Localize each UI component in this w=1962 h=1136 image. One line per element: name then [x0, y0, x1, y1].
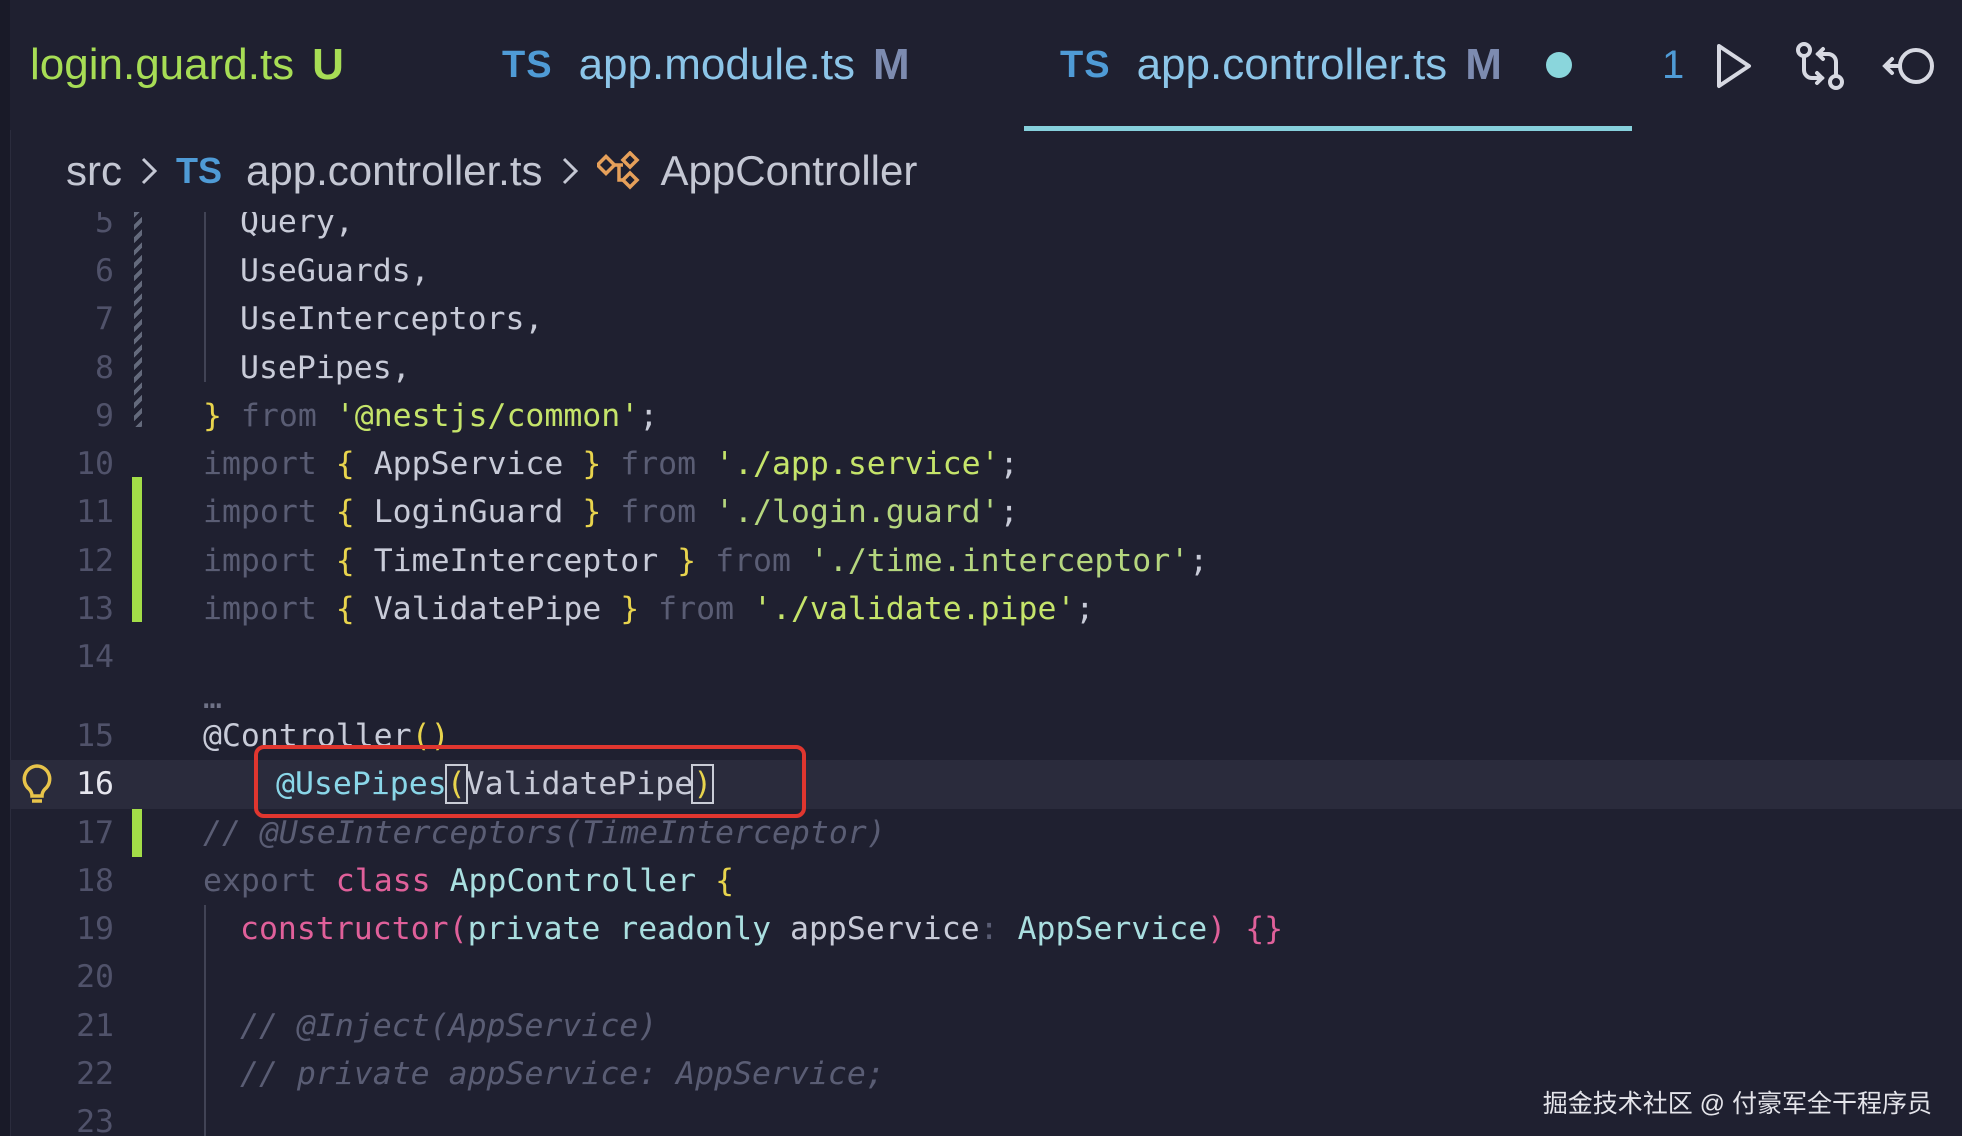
tab-label: app.controller.ts: [1136, 40, 1448, 89]
class-symbol-icon: [596, 151, 643, 191]
typescript-icon: TS: [502, 43, 553, 86]
line-number: 22: [76, 1056, 114, 1092]
line-number: 20: [76, 959, 114, 995]
unsaved-dot-icon[interactable]: [1545, 52, 1572, 78]
code-line: 10 import { AppService } from './app.ser…: [10, 440, 1962, 489]
line-number: 19: [76, 911, 114, 947]
watermark: 掘金技术社区 @ 付豪军全干程序员: [1542, 1090, 1932, 1118]
line-number: 7: [95, 301, 114, 337]
code-line: 5 Query,: [10, 212, 1962, 247]
typescript-icon: TS: [176, 150, 223, 191]
code-line: 11 import { LoginGuard } from './login.g…: [10, 488, 1962, 537]
line-number: 12: [76, 543, 114, 579]
tab-bar: login.guard.ts U TS app.module.ts M TS a…: [10, 0, 1962, 131]
go-back-icon[interactable]: [1882, 38, 1938, 94]
line-number: 16: [76, 766, 114, 802]
line-number: 18: [76, 863, 114, 899]
code-line: 8 UsePipes,: [10, 344, 1962, 393]
tab-label: login.guard.ts: [30, 40, 295, 89]
code-text: Query,: [240, 212, 354, 240]
line-number: 13: [76, 591, 114, 627]
line-number: 21: [76, 1008, 114, 1044]
code-text: UsePipes,: [240, 350, 411, 386]
line-number: 10: [76, 446, 114, 482]
code-comment: // private appService: AppService;: [240, 1056, 885, 1092]
code-text: UseInterceptors,: [240, 301, 544, 337]
compare-changes-icon[interactable]: [1792, 38, 1848, 94]
annotation-highlight-box: [254, 745, 806, 818]
line-number: 11: [76, 494, 114, 530]
code-line: 21 // @Inject(AppService): [10, 1002, 1962, 1051]
line-number: 5: [95, 212, 114, 240]
code-line: 19 constructor(private readonly appServi…: [10, 905, 1962, 954]
code-line: 20: [10, 953, 1962, 1002]
active-tab-indicator: [1024, 126, 1632, 131]
tab-app-controller[interactable]: TS app.controller.ts M: [1060, 0, 1572, 130]
run-icon[interactable]: [1705, 38, 1761, 94]
chevron-right-icon: [561, 156, 579, 186]
line-number: 6: [95, 253, 114, 289]
code-line: 12 import { TimeInterceptor } from './ti…: [10, 537, 1962, 586]
code-line: 6 UseGuards,: [10, 247, 1962, 296]
line-number: 23: [76, 1104, 114, 1136]
typescript-icon: TS: [1060, 43, 1111, 86]
code-line: 18 export class AppController {: [10, 857, 1962, 906]
code-line: 7 UseInterceptors,: [10, 295, 1962, 344]
tab-label: app.module.ts: [578, 40, 855, 89]
breadcrumb-symbol[interactable]: AppController: [661, 147, 918, 195]
breadcrumb-folder[interactable]: src: [66, 147, 122, 195]
tab-overflow[interactable]: 1: [1662, 0, 1684, 130]
modified-badge: M: [1465, 40, 1502, 89]
breadcrumb: src TS app.controller.ts AppController: [66, 130, 917, 212]
code-editor[interactable]: 5 Query, 6 UseGuards, 7 UseInterceptors,…: [10, 212, 1962, 1136]
chevron-right-icon: [140, 156, 158, 186]
tab-login-guard[interactable]: login.guard.ts U: [30, 0, 344, 130]
line-number: 15: [76, 718, 114, 754]
untracked-badge: U: [312, 40, 344, 89]
tab-app-module[interactable]: TS app.module.ts M: [502, 0, 910, 130]
code-text: UseGuards,: [240, 253, 430, 289]
line-number: 9: [95, 398, 114, 434]
code-line: 13 import { ValidatePipe } from './valid…: [10, 585, 1962, 634]
breadcrumb-file[interactable]: app.controller.ts: [246, 147, 543, 195]
code-line: 9 } from '@nestjs/common';: [10, 392, 1962, 441]
modified-badge: M: [872, 40, 910, 89]
line-number: 17: [76, 815, 114, 851]
code-comment: // @Inject(AppService): [240, 1008, 658, 1044]
line-number: 8: [95, 350, 114, 386]
